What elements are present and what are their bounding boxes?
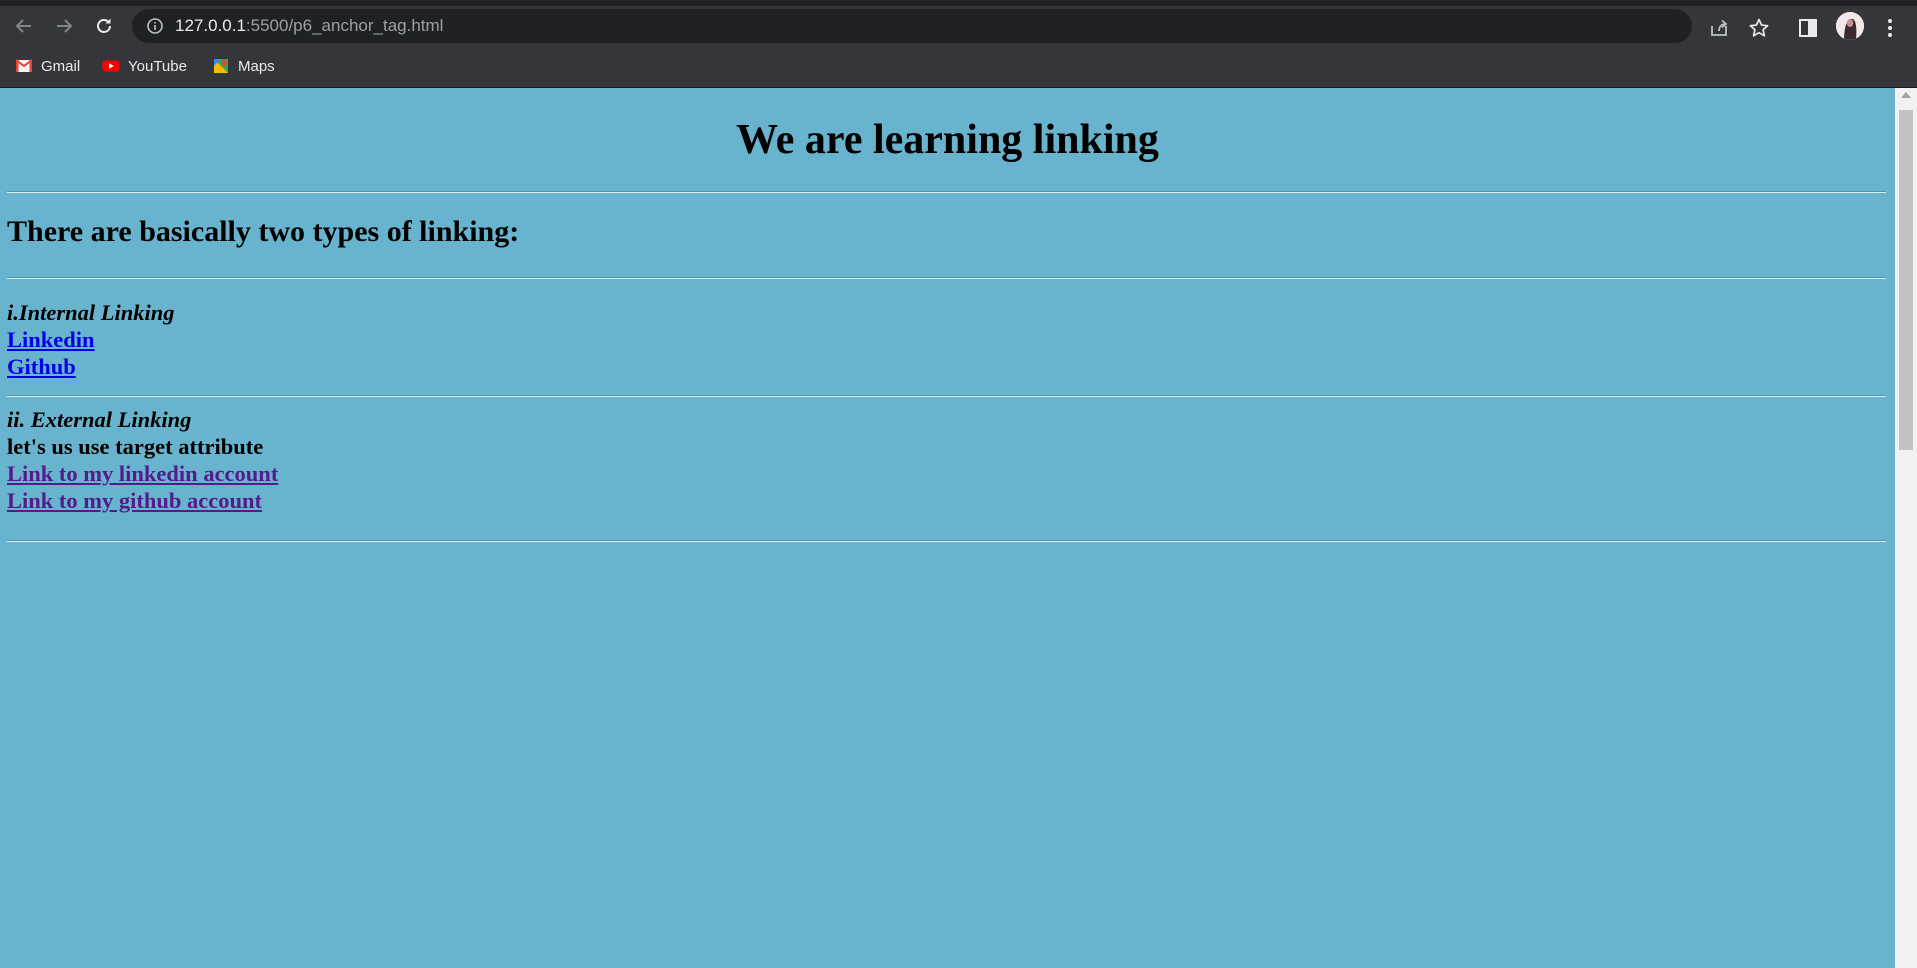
horizontal-rule [7,277,1886,279]
page-content: We are learning linking There are basica… [0,88,1895,968]
gmail-icon [15,59,33,72]
linkedin-account-link[interactable]: Link to my linkedin account [7,460,278,487]
horizontal-rule [7,395,1886,397]
profile-avatar[interactable] [1836,12,1864,40]
profile-picture-icon [1836,12,1864,40]
linkedin-link[interactable]: Linkedin [7,326,95,353]
target-attribute-note: let's us use target attribute [7,434,264,459]
external-linking-title: ii. External Linking [7,407,192,432]
maps-icon [214,59,228,73]
arrow-right-icon [57,19,73,33]
more-vert-icon[interactable] [1878,16,1902,40]
internal-linking-section: i.Internal Linking Linkedin Github [7,299,175,380]
section-heading: There are basically two types of linking… [7,215,520,248]
horizontal-rule [7,191,1886,193]
bookmark-youtube[interactable]: YouTube [102,52,187,80]
back-button[interactable] [10,12,38,40]
forward-button[interactable] [50,12,78,40]
github-account-link[interactable]: Link to my github account [7,487,262,514]
scroll-up-arrow-icon[interactable] [1901,92,1911,98]
address-bar[interactable]: 127.0.0.1:5500/p6_anchor_tag.html [132,9,1692,43]
reload-icon [97,18,111,33]
url-text[interactable]: 127.0.0.1:5500/p6_anchor_tag.html [175,9,443,43]
share-icon[interactable] [1708,17,1730,39]
external-linking-section: ii. External Linking let's us use target… [7,406,278,514]
bookmark-label: Maps [238,57,275,75]
page-title: We are learning linking [736,117,1159,163]
info-icon[interactable] [146,17,164,35]
bookmark-maps[interactable]: Maps [212,52,275,80]
bookmarks-bar: Gmail YouTube Maps [0,50,1917,82]
side-panel-icon[interactable] [1797,17,1819,39]
star-icon[interactable] [1748,17,1770,39]
scrollbar-thumb[interactable] [1899,110,1913,450]
arrow-left-icon [15,19,31,33]
browser-chrome: 127.0.0.1:5500/p6_anchor_tag.html Gmail … [0,0,1917,88]
vertical-scrollbar[interactable] [1895,88,1917,968]
horizontal-rule [7,540,1886,542]
internal-linking-title: i.Internal Linking [7,300,175,325]
reload-button[interactable] [90,12,118,40]
url-host: 127.0.0.1 [175,16,246,35]
bookmark-label: YouTube [128,57,187,75]
bookmark-label: Gmail [41,57,81,75]
github-link[interactable]: Github [7,353,76,380]
bookmark-gmail[interactable]: Gmail [15,52,80,80]
url-path: :5500/p6_anchor_tag.html [245,16,444,35]
browser-toolbar: 127.0.0.1:5500/p6_anchor_tag.html [0,6,1917,46]
youtube-icon [102,60,120,72]
